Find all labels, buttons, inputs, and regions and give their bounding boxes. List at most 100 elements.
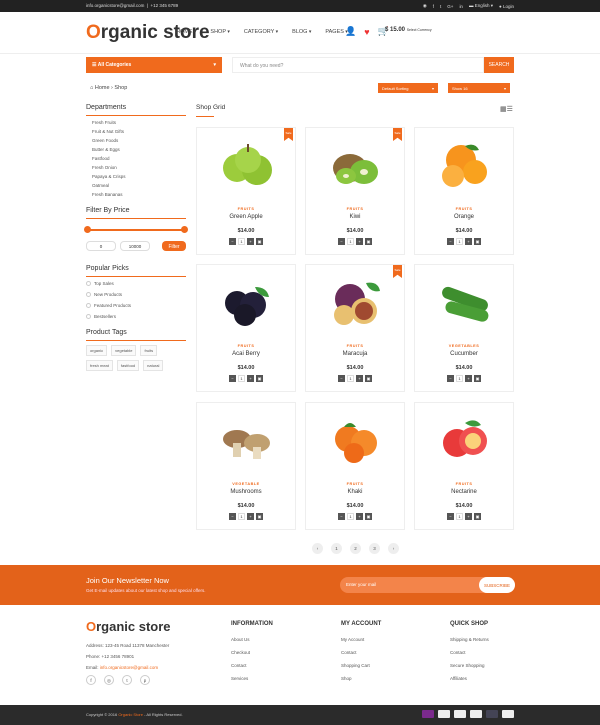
footer-link[interactable]: Shopping Cart xyxy=(341,663,381,668)
instagram-icon[interactable]: ◎ xyxy=(104,675,114,685)
radio-icon[interactable] xyxy=(86,292,91,297)
minus-icon[interactable]: − xyxy=(229,375,236,382)
subscribe-button[interactable]: SUBSCRIBE xyxy=(479,577,515,593)
department-item[interactable]: Papaya & Crisps xyxy=(92,174,186,179)
grid-view-icon[interactable]: ▦ xyxy=(500,106,507,113)
add-to-cart-icon[interactable]: ▣ xyxy=(474,238,481,245)
contact-email[interactable]: info.organicstore@gmail.com xyxy=(86,3,144,8)
popular-pick-item[interactable]: Featured Products xyxy=(86,303,186,308)
product-card[interactable]: Sale FRUITS Green Apple $14.00 − 1 + ▣ xyxy=(196,127,296,255)
radio-icon[interactable] xyxy=(86,303,91,308)
add-to-cart-icon[interactable]: ▣ xyxy=(365,513,372,520)
price-slider-max-handle[interactable] xyxy=(181,226,188,233)
product-name[interactable]: Nectarine xyxy=(415,489,513,495)
product-image[interactable] xyxy=(326,275,386,327)
product-name[interactable]: Kiwi xyxy=(306,214,404,220)
footer-logo[interactable]: Organic store xyxy=(86,619,171,634)
minus-icon[interactable]: − xyxy=(447,375,454,382)
minus-icon[interactable]: − xyxy=(229,238,236,245)
product-card[interactable]: Sale FRUITS Kiwi $14.00 − 1 + ▣ xyxy=(305,127,405,255)
filter-button[interactable]: Filter xyxy=(162,241,186,251)
search-button[interactable]: SEARCH xyxy=(484,57,514,73)
product-name[interactable]: Cucumber xyxy=(415,351,513,357)
quantity-value[interactable]: 1 xyxy=(347,513,354,520)
add-to-cart-icon[interactable]: ▣ xyxy=(256,375,263,382)
product-image[interactable] xyxy=(217,275,277,327)
product-name[interactable]: Acai Berry xyxy=(197,351,295,357)
plus-icon[interactable]: + xyxy=(465,513,472,520)
product-image[interactable] xyxy=(326,413,386,465)
plus-icon[interactable]: + xyxy=(247,238,254,245)
tag-item[interactable]: organic xyxy=(86,345,108,356)
footer-link[interactable]: About Us xyxy=(231,637,273,642)
nav-blog[interactable]: BLOG xyxy=(292,29,311,35)
twitter-icon[interactable]: t xyxy=(440,4,441,9)
footer-email[interactable]: info.organicstore@gmail.com xyxy=(100,665,158,670)
add-to-cart-icon[interactable]: ▣ xyxy=(474,513,481,520)
next-page-icon[interactable]: › xyxy=(388,543,399,554)
prev-page-icon[interactable]: ‹ xyxy=(312,543,323,554)
product-name[interactable]: Maracuja xyxy=(306,351,404,357)
product-card[interactable]: FRUITS Acai Berry $14.00 − 1 + ▣ xyxy=(196,264,296,392)
product-image[interactable] xyxy=(217,413,277,465)
quantity-value[interactable]: 1 xyxy=(238,238,245,245)
footer-link[interactable]: Affiliates xyxy=(450,676,489,681)
price-slider[interactable] xyxy=(84,225,188,235)
tag-item[interactable]: fastfood xyxy=(116,360,140,371)
tag-item[interactable]: natural xyxy=(143,360,164,371)
product-name[interactable]: Orange xyxy=(415,214,513,220)
price-slider-min-handle[interactable] xyxy=(84,226,91,233)
page-3[interactable]: 3 xyxy=(369,543,380,554)
department-item[interactable]: Fresh Bananas xyxy=(92,192,186,197)
product-image[interactable] xyxy=(326,138,386,190)
tag-item[interactable]: fruits xyxy=(140,345,158,356)
product-name[interactable]: Green Apple xyxy=(197,214,295,220)
tag-item[interactable]: fresh meat xyxy=(86,360,113,371)
login-link[interactable]: ● Login xyxy=(499,4,514,9)
language-select[interactable]: ▬ English ▾ xyxy=(469,3,493,9)
quantity-value[interactable]: 1 xyxy=(238,375,245,382)
nav-home[interactable]: HOME xyxy=(176,29,196,35)
popular-pick-item[interactable]: New Products xyxy=(86,292,186,297)
product-image[interactable] xyxy=(435,413,495,465)
nav-shop[interactable]: SHOP xyxy=(210,29,230,35)
product-name[interactable]: Khaki xyxy=(306,489,404,495)
department-item[interactable]: Fruit & Nut Gifts xyxy=(92,129,186,134)
pinterest-icon[interactable]: p xyxy=(140,675,150,685)
cart-summary[interactable]: $ 15.00 Select Currency xyxy=(385,27,432,33)
search-input[interactable]: What do you need? xyxy=(232,57,484,73)
quantity-value[interactable]: 1 xyxy=(456,375,463,382)
wishlist-icon[interactable]: ♥ xyxy=(364,27,369,37)
footer-link[interactable]: Contact xyxy=(450,650,489,655)
minus-icon[interactable]: − xyxy=(338,238,345,245)
twitter-icon[interactable]: t xyxy=(122,675,132,685)
radio-icon[interactable] xyxy=(86,314,91,319)
popular-pick-item[interactable]: Top Sales xyxy=(86,281,186,286)
minus-icon[interactable]: − xyxy=(338,375,345,382)
quantity-value[interactable]: 1 xyxy=(347,238,354,245)
plus-icon[interactable]: + xyxy=(465,238,472,245)
tag-item[interactable]: vegetable xyxy=(111,345,137,356)
rss-icon[interactable]: ◉ xyxy=(423,3,427,9)
department-item[interactable]: Oatmeal xyxy=(92,183,186,188)
department-item[interactable]: Fresh Fruits xyxy=(92,120,186,125)
department-item[interactable]: Fastfood xyxy=(92,156,186,161)
department-item[interactable]: Green Foods xyxy=(92,138,186,143)
quantity-value[interactable]: 1 xyxy=(347,375,354,382)
minus-icon[interactable]: − xyxy=(338,513,345,520)
page-1[interactable]: 1 xyxy=(331,543,342,554)
nav-category[interactable]: CATEGORY xyxy=(244,29,278,35)
product-card[interactable]: FRUITS Nectarine $14.00 − 1 + ▣ xyxy=(414,402,514,530)
list-view-icon[interactable]: ☰ xyxy=(507,106,513,113)
page-2[interactable]: 2 xyxy=(350,543,361,554)
currency-select[interactable]: Select Currency xyxy=(407,28,432,32)
all-categories-dropdown[interactable]: ☰ All Categories ▾ xyxy=(86,57,222,73)
product-image[interactable] xyxy=(435,275,495,327)
footer-link[interactable]: Shop xyxy=(341,676,381,681)
footer-link[interactable]: Contact xyxy=(231,663,273,668)
footer-link[interactable]: Checkout xyxy=(231,650,273,655)
plus-icon[interactable]: + xyxy=(356,238,363,245)
google-plus-icon[interactable]: G+ xyxy=(447,4,453,9)
copyright-brand[interactable]: Organic Store xyxy=(118,712,143,717)
product-card[interactable]: FRUITS Orange $14.00 − 1 + ▣ xyxy=(414,127,514,255)
